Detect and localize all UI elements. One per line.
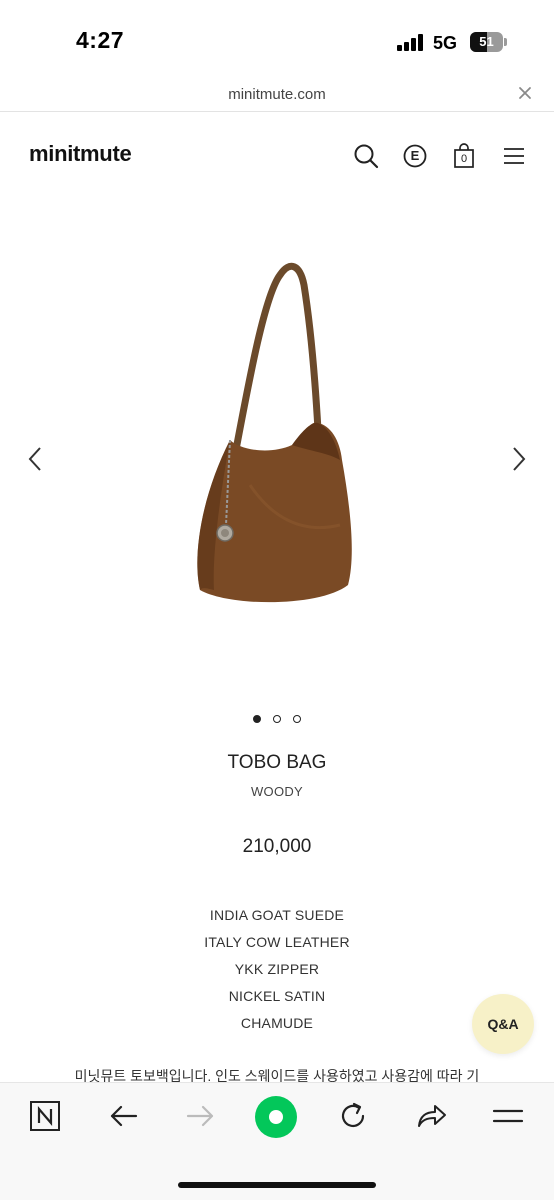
back-arrow-icon[interactable] — [106, 1099, 140, 1133]
product-image[interactable] — [180, 255, 380, 615]
network-label: 5G — [433, 33, 458, 53]
menu-icon[interactable] — [500, 142, 528, 170]
site-logo[interactable]: minitmute — [29, 141, 132, 167]
material-item: INDIA GOAT SUEDE — [209, 907, 345, 923]
battery-text: 51 — [479, 34, 494, 49]
status-bar: 4:27 5G 51 — [0, 0, 554, 80]
cart-icon[interactable]: 0 — [450, 142, 478, 170]
menu-icon[interactable] — [491, 1099, 525, 1133]
product-gallery[interactable] — [0, 230, 554, 690]
browser-toolbar — [0, 1082, 554, 1200]
share-icon[interactable] — [414, 1099, 448, 1133]
pagination-dot[interactable] — [252, 714, 261, 723]
search-icon[interactable] — [352, 142, 380, 170]
naver-home-icon[interactable] — [28, 1099, 62, 1133]
e-icon-label: E — [410, 148, 420, 163]
product-name: TOBO BAG — [227, 752, 327, 773]
material-item: NICKEL SATIN — [228, 988, 326, 1004]
product-color: WOODY — [250, 784, 304, 799]
gallery-pagination — [0, 710, 554, 723]
chevron-right-icon[interactable] — [506, 444, 530, 474]
pagination-dot[interactable] — [273, 714, 281, 723]
close-icon[interactable] — [516, 85, 534, 103]
chevron-left-icon[interactable] — [24, 444, 48, 474]
material-item: ITALY COW LEATHER — [204, 934, 350, 950]
refresh-icon[interactable] — [336, 1099, 370, 1133]
url-text[interactable]: minitmute.com — [0, 86, 554, 103]
forward-arrow-icon[interactable] — [184, 1099, 218, 1133]
material-item: YKK ZIPPER — [234, 961, 320, 977]
qa-button[interactable]: Q&A — [472, 994, 534, 1054]
product-price: 210,000 — [242, 836, 312, 857]
site-header: minitmute E 0 — [0, 130, 554, 180]
materials-list: INDIA GOAT SUEDE ITALY COW LEATHER YKK Z… — [0, 905, 554, 1040]
battery-icon: 51 — [470, 32, 507, 52]
url-bar[interactable]: minitmute.com — [0, 80, 554, 112]
cart-count: 0 — [460, 153, 468, 165]
home-indicator — [178, 1182, 376, 1188]
e-icon[interactable]: E — [401, 142, 429, 170]
pagination-dot[interactable] — [293, 714, 302, 723]
signal-icon — [397, 34, 427, 51]
status-time: 4:27 — [76, 27, 125, 53]
material-item: CHAMUDE — [240, 1015, 314, 1031]
green-dot-icon[interactable] — [254, 1095, 298, 1139]
